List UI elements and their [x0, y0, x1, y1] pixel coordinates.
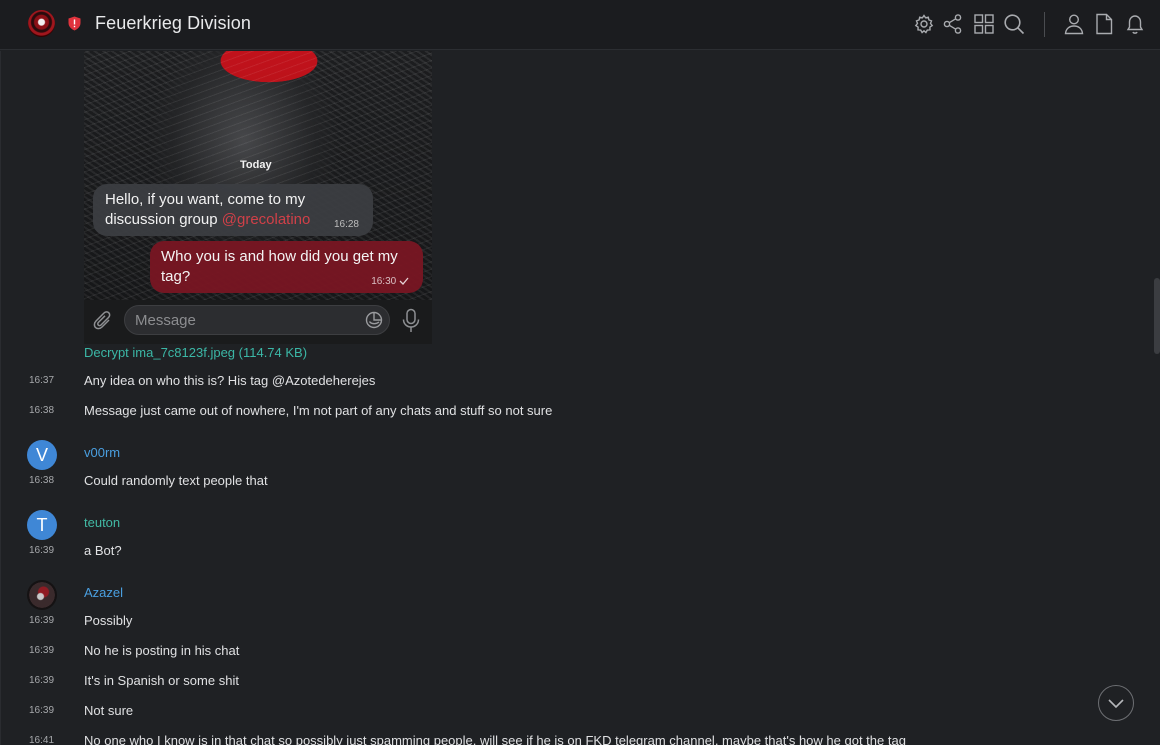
outgoing-line1: Who you is and how did you get my: [161, 248, 398, 265]
message-text: Possibly: [84, 613, 133, 628]
message-time: 16:38: [29, 475, 55, 486]
group-avatar[interactable]: [28, 10, 55, 37]
avatar[interactable]: V: [27, 440, 57, 470]
mention-link: @grecolatino: [221, 211, 311, 228]
share-icon[interactable]: [942, 13, 964, 35]
date-divider: Today: [240, 159, 272, 171]
message-placeholder: Message: [135, 312, 196, 329]
chat-header: Feuerkrieg Division: [0, 0, 1160, 50]
message-text: Could randomly text people that: [84, 473, 268, 488]
incoming-line1: Hello, if you want, come to my: [105, 191, 306, 208]
avatar[interactable]: [27, 580, 57, 610]
message-text: a Bot?: [84, 543, 122, 558]
bell-icon[interactable]: [1124, 13, 1146, 35]
message-time: 16:39: [29, 645, 55, 656]
message-text: Message just came out of nowhere, I'm no…: [84, 403, 553, 418]
settings-icon[interactable]: [913, 13, 935, 35]
message-time: 16:38: [29, 405, 55, 416]
message-time: 16:37: [29, 375, 55, 386]
search-icon[interactable]: [1003, 13, 1025, 35]
message-time: 16:39: [29, 615, 55, 626]
avatar[interactable]: T: [27, 510, 57, 540]
shield-icon: [68, 16, 81, 31]
sender-name[interactable]: teuton: [84, 515, 120, 530]
sender-name[interactable]: v00rm: [84, 445, 120, 460]
message-time: 16:39: [29, 705, 55, 716]
message-text: No he is posting in his chat: [84, 643, 240, 658]
scroll-down-button[interactable]: [1098, 685, 1134, 721]
incoming-line2: discussion group @grecolatino: [105, 211, 311, 228]
outgoing-bubble: Who you is and how did you get my tag? 1…: [150, 241, 423, 293]
grid-icon[interactable]: [973, 13, 995, 35]
image-attachment[interactable]: Today Hello, if you want, come to my dis…: [84, 51, 432, 344]
image-message-field: Message: [124, 305, 390, 335]
chat-history[interactable]: Today Hello, if you want, come to my dis…: [0, 51, 1160, 745]
outgoing-line2: tag?: [161, 268, 191, 285]
chevron-down-icon: [1108, 699, 1124, 709]
decrypt-file-link[interactable]: Decrypt ima_7c8123f.jpeg (114.74 KB): [84, 345, 307, 360]
message-time: 16:39: [29, 675, 55, 686]
left-border: [0, 51, 1, 745]
user-icon[interactable]: [1063, 13, 1085, 35]
scrollbar-thumb[interactable]: [1154, 278, 1160, 354]
message-text: Not sure: [84, 703, 134, 718]
file-icon[interactable]: [1093, 13, 1115, 35]
header-divider: [1044, 12, 1045, 37]
check-icon: [399, 277, 409, 286]
message-time: 16:41: [29, 735, 55, 745]
sticker-icon: [365, 311, 383, 329]
paperclip-icon: [93, 311, 111, 330]
incoming-time: 16:28: [333, 219, 359, 230]
message-text: It's in Spanish or some shit: [84, 673, 239, 688]
microphone-icon: [402, 308, 420, 332]
message-text: Any idea on who this is? His tag @Azoted…: [84, 373, 376, 388]
chat-title: Feuerkrieg Division: [95, 13, 251, 33]
incoming-bubble: Hello, if you want, come to my discussio…: [93, 184, 373, 236]
message-time: 16:39: [29, 545, 55, 556]
sender-name[interactable]: Azazel: [84, 585, 123, 600]
message-text: No one who I know is in that chat so pos…: [84, 733, 906, 745]
outgoing-time: 16:30: [371, 276, 409, 287]
image-composer-bar: Message: [84, 300, 432, 344]
